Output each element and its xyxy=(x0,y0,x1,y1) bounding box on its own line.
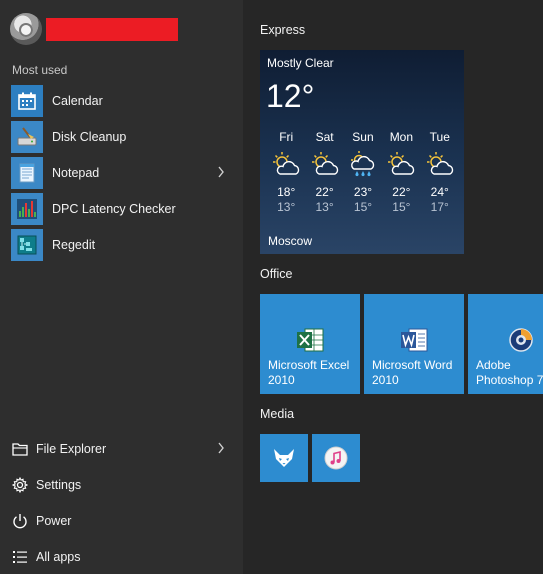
tile-foobar[interactable] xyxy=(260,434,308,482)
app-label: Regedit xyxy=(52,238,96,252)
app-disk-cleanup[interactable]: Disk Cleanup xyxy=(11,119,233,155)
calendar-icon xyxy=(11,85,43,117)
app-calendar[interactable]: Calendar xyxy=(11,83,233,119)
app-dpc-latency-checker[interactable]: DPC Latency Checker xyxy=(11,191,233,227)
regedit-icon xyxy=(11,229,43,261)
all-apps-link[interactable]: All apps xyxy=(11,539,233,574)
forecast-day: Sun 23° 15° xyxy=(344,130,382,214)
word-icon xyxy=(399,326,429,357)
music-note-icon xyxy=(324,446,348,473)
partly-sunny-icon xyxy=(421,146,459,182)
rain-icon xyxy=(344,146,382,182)
forecast-low: 13° xyxy=(315,200,334,214)
weather-condition: Mostly Clear xyxy=(267,56,334,70)
weather-city: Moscow xyxy=(268,234,313,248)
fox-mask-icon xyxy=(272,446,296,473)
forecast-high: 22° xyxy=(392,185,411,199)
tile-microsoft-word[interactable]: Microsoft Word 2010 xyxy=(364,294,464,394)
chevron-right-icon[interactable] xyxy=(217,442,225,454)
forecast-low: 15° xyxy=(353,200,373,214)
power-button[interactable]: Power xyxy=(11,503,233,539)
partly-sunny-icon xyxy=(382,146,420,182)
tile-label: Microsoft Word 2010 xyxy=(372,358,453,387)
forecast-high: 23° xyxy=(353,185,373,199)
all-apps-label: All apps xyxy=(36,550,81,564)
forecast-day-name: Sat xyxy=(315,130,334,144)
disk-cleanup-icon xyxy=(11,121,43,153)
app-label: Disk Cleanup xyxy=(52,130,127,144)
user-name-redacted xyxy=(46,17,178,41)
forecast-day: Fri 18° 13° xyxy=(267,130,305,214)
settings-link[interactable]: Settings xyxy=(11,467,233,503)
folder-icon xyxy=(11,440,29,458)
group-title-media[interactable]: Media xyxy=(260,407,294,421)
excel-icon xyxy=(295,326,325,357)
group-title-office[interactable]: Office xyxy=(260,267,292,281)
weather-current-temp: 12° xyxy=(266,78,315,114)
forecast-day-name: Fri xyxy=(279,130,294,144)
most-used-list: Calendar Disk Cleanup Notepad DPC Latenc… xyxy=(11,83,233,263)
weather-tile[interactable]: Mostly Clear 12° Fri 18° 13° Sat 22° 13° xyxy=(260,50,464,254)
tile-label: Adobe Photoshop 7 xyxy=(476,358,543,387)
file-explorer-link[interactable]: File Explorer xyxy=(11,431,233,467)
tile-adobe-photoshop[interactable]: Adobe Photoshop 7 xyxy=(468,294,543,394)
dpc-latency-icon xyxy=(11,193,43,225)
start-left-pane: Most used Calendar Disk Cleanup Notepad … xyxy=(0,0,243,574)
notepad-icon xyxy=(11,157,43,189)
avatar[interactable] xyxy=(10,13,42,45)
chevron-right-icon[interactable] xyxy=(217,166,225,178)
partly-sunny-icon xyxy=(305,146,343,182)
gear-icon xyxy=(11,476,29,494)
forecast-day-name: Mon xyxy=(389,130,414,144)
forecast-high: 18° xyxy=(277,185,296,199)
most-used-heading: Most used xyxy=(12,63,68,77)
app-label: Calendar xyxy=(52,94,103,108)
forecast-high: 22° xyxy=(315,185,334,199)
tile-microsoft-excel[interactable]: Microsoft Excel 2010 xyxy=(260,294,360,394)
forecast-day: Tue 24° 17° xyxy=(421,130,459,214)
start-tiles-pane: Express Mostly Clear 12° Fri 18° 13° Sat… xyxy=(243,0,543,574)
weather-forecast: Fri 18° 13° Sat 22° 13° Sun 23° 15° Mon … xyxy=(267,130,459,214)
power-label: Power xyxy=(36,514,72,528)
settings-label: Settings xyxy=(36,478,82,492)
app-label: Notepad xyxy=(52,166,100,180)
file-explorer-label: File Explorer xyxy=(36,442,107,456)
app-label: DPC Latency Checker xyxy=(52,202,176,216)
forecast-low: 17° xyxy=(430,200,449,214)
user-account[interactable] xyxy=(10,12,178,46)
tile-label: Microsoft Excel 2010 xyxy=(268,358,350,387)
forecast-day-name: Tue xyxy=(429,130,450,144)
photoshop-icon xyxy=(506,326,536,357)
group-title-express[interactable]: Express xyxy=(260,23,305,37)
system-links: File Explorer Settings Power All apps xyxy=(11,431,233,574)
app-regedit[interactable]: Regedit xyxy=(11,227,233,263)
power-icon xyxy=(11,512,29,530)
forecast-low: 15° xyxy=(392,200,411,214)
app-notepad[interactable]: Notepad xyxy=(11,155,233,191)
forecast-day: Mon 22° 15° xyxy=(382,130,420,214)
forecast-day-name: Sun xyxy=(352,130,374,144)
forecast-high: 24° xyxy=(430,185,449,199)
list-icon xyxy=(11,548,29,566)
forecast-low: 13° xyxy=(277,200,296,214)
tile-itunes[interactable] xyxy=(312,434,360,482)
partly-sunny-icon xyxy=(267,146,305,182)
forecast-day: Sat 22° 13° xyxy=(305,130,343,214)
